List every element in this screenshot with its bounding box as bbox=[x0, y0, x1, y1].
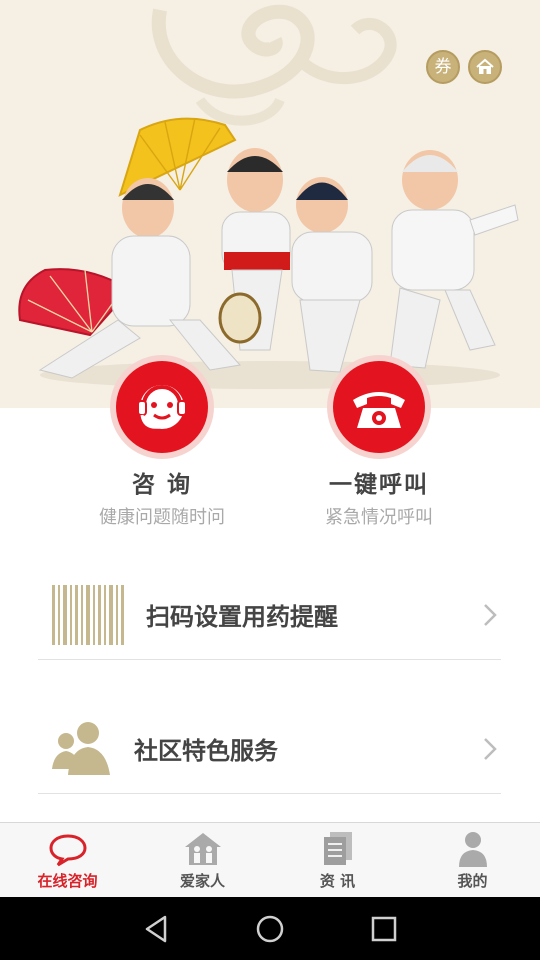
headset-agent-icon bbox=[116, 361, 208, 453]
tab-online-consult[interactable]: 在线咨询 bbox=[0, 823, 135, 897]
tab-label: 爱家人 bbox=[179, 872, 225, 890]
consult-action[interactable]: 咨 询 健康问题随时问 bbox=[62, 355, 262, 529]
person-icon bbox=[458, 832, 487, 867]
recents-icon[interactable] bbox=[371, 916, 397, 942]
community-service-row[interactable]: 社区特色服务 bbox=[38, 704, 501, 794]
bottom-tab-bar: 在线咨询 爱家人 资 讯 我的 bbox=[0, 822, 540, 897]
consult-subtitle: 健康问题随时问 bbox=[99, 507, 225, 528]
community-service-label: 社区特色服务 bbox=[134, 737, 278, 765]
tab-label: 在线咨询 bbox=[37, 872, 98, 890]
medication-reminder-label: 扫码设置用药提醒 bbox=[146, 603, 338, 631]
chevron-right-icon bbox=[484, 737, 497, 760]
emergency-call-subtitle: 紧急情况呼叫 bbox=[325, 507, 433, 528]
tab-label: 我的 bbox=[457, 872, 488, 890]
tab-news[interactable]: 资 讯 bbox=[270, 823, 405, 897]
coupon-icon[interactable]: 券 bbox=[426, 50, 460, 84]
back-icon[interactable] bbox=[143, 915, 169, 943]
chat-bubble-icon bbox=[48, 834, 87, 867]
home-icon[interactable] bbox=[468, 50, 502, 84]
emergency-call-title: 一键呼叫 bbox=[329, 472, 429, 498]
system-navigation-bar bbox=[0, 897, 540, 960]
medication-reminder-row[interactable]: 扫码设置用药提醒 bbox=[38, 570, 501, 660]
home-circle-icon[interactable] bbox=[255, 914, 285, 944]
family-house-icon bbox=[184, 833, 221, 865]
consult-title: 咨 询 bbox=[131, 472, 192, 498]
news-document-icon bbox=[323, 832, 352, 865]
barcode-icon bbox=[52, 584, 124, 645]
tab-love-family[interactable]: 爱家人 bbox=[135, 823, 270, 897]
chevron-right-icon bbox=[484, 603, 497, 626]
tab-label: 资 讯 bbox=[319, 872, 356, 890]
emergency-call-action[interactable]: 一键呼叫 紧急情况呼叫 bbox=[279, 355, 479, 529]
telephone-icon bbox=[333, 361, 425, 453]
hero-banner: 券 bbox=[0, 0, 540, 408]
community-people-icon bbox=[52, 721, 110, 775]
tab-mine[interactable]: 我的 bbox=[405, 823, 540, 897]
